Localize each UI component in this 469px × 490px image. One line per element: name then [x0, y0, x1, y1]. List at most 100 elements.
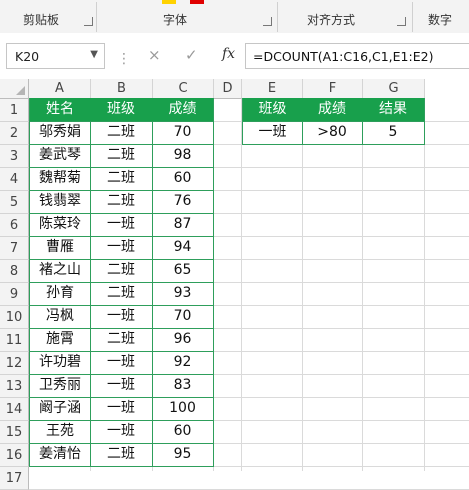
- column-header-g[interactable]: G: [363, 79, 425, 99]
- row-header-5[interactable]: 5: [0, 191, 29, 214]
- row-header-11[interactable]: 11: [0, 329, 29, 352]
- row-header-16[interactable]: 16: [0, 444, 29, 467]
- table-cell[interactable]: 冯枫: [29, 305, 91, 329]
- row-header-2[interactable]: 2: [0, 122, 29, 145]
- table-cell[interactable]: 83: [152, 374, 214, 398]
- row-header-6[interactable]: 6: [0, 214, 29, 237]
- table-cell[interactable]: 96: [152, 328, 214, 352]
- grid-line: [362, 99, 363, 471]
- criteria-header-cell[interactable]: 结果: [362, 98, 425, 122]
- table-cell[interactable]: 100: [152, 397, 214, 421]
- row-header-17[interactable]: 17: [0, 467, 29, 490]
- table-cell[interactable]: 施霄: [29, 328, 91, 352]
- row-header-3[interactable]: 3: [0, 145, 29, 168]
- table-cell[interactable]: 二班: [90, 167, 153, 191]
- name-box[interactable]: K20 ▼: [6, 43, 105, 69]
- row-header-10[interactable]: 10: [0, 306, 29, 329]
- table-cell[interactable]: 孙育: [29, 282, 91, 306]
- chevron-down-icon[interactable]: ▼: [90, 49, 98, 60]
- table-cell[interactable]: 一班: [90, 420, 153, 444]
- criteria-header-cell[interactable]: 班级: [242, 98, 303, 122]
- table-cell[interactable]: 一班: [90, 236, 153, 260]
- table-cell[interactable]: 钱翡翠: [29, 190, 91, 214]
- table-cell[interactable]: 87: [152, 213, 214, 237]
- table-cell[interactable]: 二班: [90, 443, 153, 467]
- table-cell[interactable]: 许功碧: [29, 351, 91, 375]
- highlight-color-swatch[interactable]: [162, 0, 176, 4]
- row-header-8[interactable]: 8: [0, 260, 29, 283]
- formula-text: =DCOUNT(A1:C16,C1,E1:E2): [253, 49, 434, 64]
- column-header-f[interactable]: F: [303, 79, 363, 99]
- table-cell[interactable]: 70: [152, 121, 214, 145]
- table-cell[interactable]: 一班: [90, 397, 153, 421]
- row-header-1[interactable]: 1: [0, 99, 29, 122]
- table-cell[interactable]: 王苑: [29, 420, 91, 444]
- ribbon-group-number: 数字: [428, 13, 453, 27]
- table-cell[interactable]: 60: [152, 167, 214, 191]
- row-header-7[interactable]: 7: [0, 237, 29, 260]
- table-cell[interactable]: 94: [152, 236, 214, 260]
- insert-function-icon[interactable]: fx: [222, 46, 235, 62]
- grid-line: [424, 99, 425, 471]
- row-header-14[interactable]: 14: [0, 398, 29, 421]
- table-cell[interactable]: 魏帮菊: [29, 167, 91, 191]
- drag-handle-icon[interactable]: ⋮: [117, 51, 131, 67]
- table-cell[interactable]: 姜清怡: [29, 443, 91, 467]
- table-cell[interactable]: 95: [152, 443, 214, 467]
- formula-input[interactable]: =DCOUNT(A1:C16,C1,E1:E2): [245, 43, 469, 69]
- enter-icon[interactable]: ✓: [185, 46, 198, 64]
- cancel-icon[interactable]: ×: [148, 46, 161, 64]
- table-header-cell[interactable]: 成绩: [152, 98, 214, 122]
- name-box-value: K20: [15, 49, 40, 64]
- spreadsheet-grid[interactable]: A B C D E F G 1 2 3 4 5 6 7 8 9 10 11 12 13 14 15 16 17 姓名 班级 成绩 邬秀…: [0, 79, 469, 490]
- table-cell[interactable]: 二班: [90, 282, 153, 306]
- table-cell[interactable]: 98: [152, 144, 214, 168]
- table-cell[interactable]: 70: [152, 305, 214, 329]
- column-header-d[interactable]: D: [214, 79, 242, 99]
- alignment-launcher-icon[interactable]: [397, 17, 406, 26]
- table-cell[interactable]: 曹雁: [29, 236, 91, 260]
- row-header-15[interactable]: 15: [0, 421, 29, 444]
- font-color-swatch[interactable]: [190, 0, 204, 4]
- table-cell[interactable]: 姜武琴: [29, 144, 91, 168]
- row-header-9[interactable]: 9: [0, 283, 29, 306]
- row-header-12[interactable]: 12: [0, 352, 29, 375]
- table-cell[interactable]: 二班: [90, 144, 153, 168]
- column-header-c[interactable]: C: [153, 79, 214, 99]
- table-cell[interactable]: 一班: [90, 374, 153, 398]
- table-cell[interactable]: 93: [152, 282, 214, 306]
- table-cell[interactable]: 一班: [90, 305, 153, 329]
- table-header-cell[interactable]: 班级: [90, 98, 153, 122]
- table-cell[interactable]: 92: [152, 351, 214, 375]
- table-cell[interactable]: 二班: [90, 190, 153, 214]
- criteria-header-cell[interactable]: 成绩: [302, 98, 363, 122]
- ribbon-separator: [96, 2, 97, 32]
- table-cell[interactable]: 60: [152, 420, 214, 444]
- criteria-value-cell[interactable]: 5: [362, 121, 425, 145]
- criteria-value-cell[interactable]: 一班: [242, 121, 303, 145]
- table-cell[interactable]: 褚之山: [29, 259, 91, 283]
- table-cell[interactable]: 一班: [90, 351, 153, 375]
- font-launcher-icon[interactable]: [263, 17, 272, 26]
- clipboard-launcher-icon[interactable]: [84, 17, 93, 26]
- select-all-corner[interactable]: [0, 79, 29, 99]
- table-cell[interactable]: 二班: [90, 121, 153, 145]
- table-cell[interactable]: 陈菜玲: [29, 213, 91, 237]
- column-header-b[interactable]: B: [91, 79, 153, 99]
- criteria-value-cell[interactable]: >80: [302, 121, 363, 145]
- table-cell[interactable]: 76: [152, 190, 214, 214]
- ribbon-separator: [412, 2, 413, 32]
- table-cell[interactable]: 邬秀娟: [29, 121, 91, 145]
- row-header-13[interactable]: 13: [0, 375, 29, 398]
- table-cell[interactable]: 卫秀丽: [29, 374, 91, 398]
- row-header-4[interactable]: 4: [0, 168, 29, 191]
- table-cell[interactable]: 阚子涵: [29, 397, 91, 421]
- table-cell[interactable]: 65: [152, 259, 214, 283]
- column-header-a[interactable]: A: [29, 79, 91, 99]
- table-cell[interactable]: 二班: [90, 328, 153, 352]
- table-cell[interactable]: 一班: [90, 213, 153, 237]
- table-cell[interactable]: 二班: [90, 259, 153, 283]
- column-header-e[interactable]: E: [242, 79, 303, 99]
- table-header-cell[interactable]: 姓名: [29, 98, 91, 122]
- ribbon-group-font: 字体: [163, 13, 188, 27]
